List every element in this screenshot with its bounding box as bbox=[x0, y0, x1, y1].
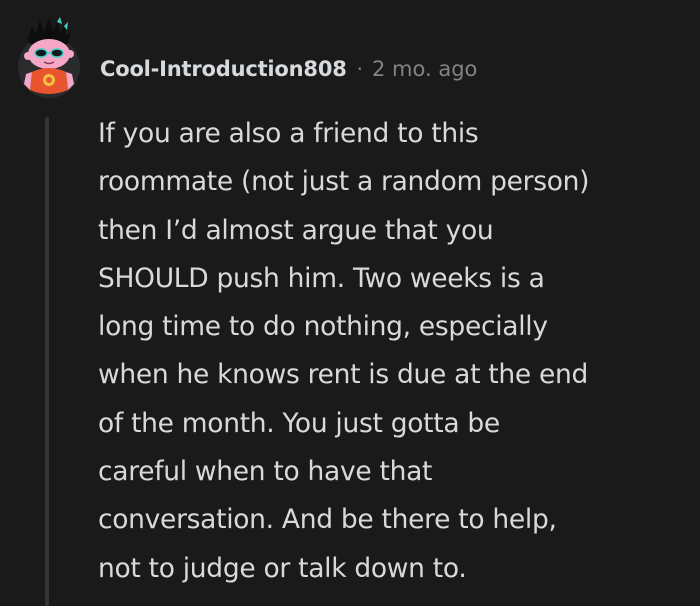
comment-body-line: roommate (not just a random person) bbox=[98, 166, 590, 198]
comment-body-line: conversation. And be there to help, bbox=[98, 504, 557, 536]
comment-body-line: of the month. You just gotta be bbox=[98, 407, 500, 439]
thread-collapse-line[interactable] bbox=[45, 117, 49, 606]
meta-separator: · bbox=[356, 57, 364, 81]
author-username[interactable]: Cool-Introduction808 bbox=[100, 57, 347, 81]
comment-body-line: then I’d almost argue that you bbox=[98, 214, 494, 246]
comment-body: If you are also a friend to this roommat… bbox=[98, 110, 688, 593]
comment-meta: Cool-Introduction808 · 2 mo. ago bbox=[100, 52, 477, 86]
user-avatar[interactable] bbox=[16, 14, 86, 98]
comment: Cool-Introduction808 · 2 mo. ago If you … bbox=[0, 0, 700, 606]
comment-body-line: when he knows rent is due at the end bbox=[98, 359, 589, 391]
comment-body-line: careful when to have that bbox=[98, 456, 433, 488]
snoo-avatar-icon bbox=[18, 17, 80, 98]
comment-body-line: If you are also a friend to this bbox=[98, 118, 479, 149]
comment-body-line: SHOULD push him. Two weeks is a bbox=[98, 262, 545, 294]
comment-body-line: not to judge or talk down to. bbox=[98, 552, 467, 584]
comment-body-line: long time to do nothing, especially bbox=[98, 311, 548, 343]
comment-timestamp[interactable]: 2 mo. ago bbox=[372, 57, 477, 81]
